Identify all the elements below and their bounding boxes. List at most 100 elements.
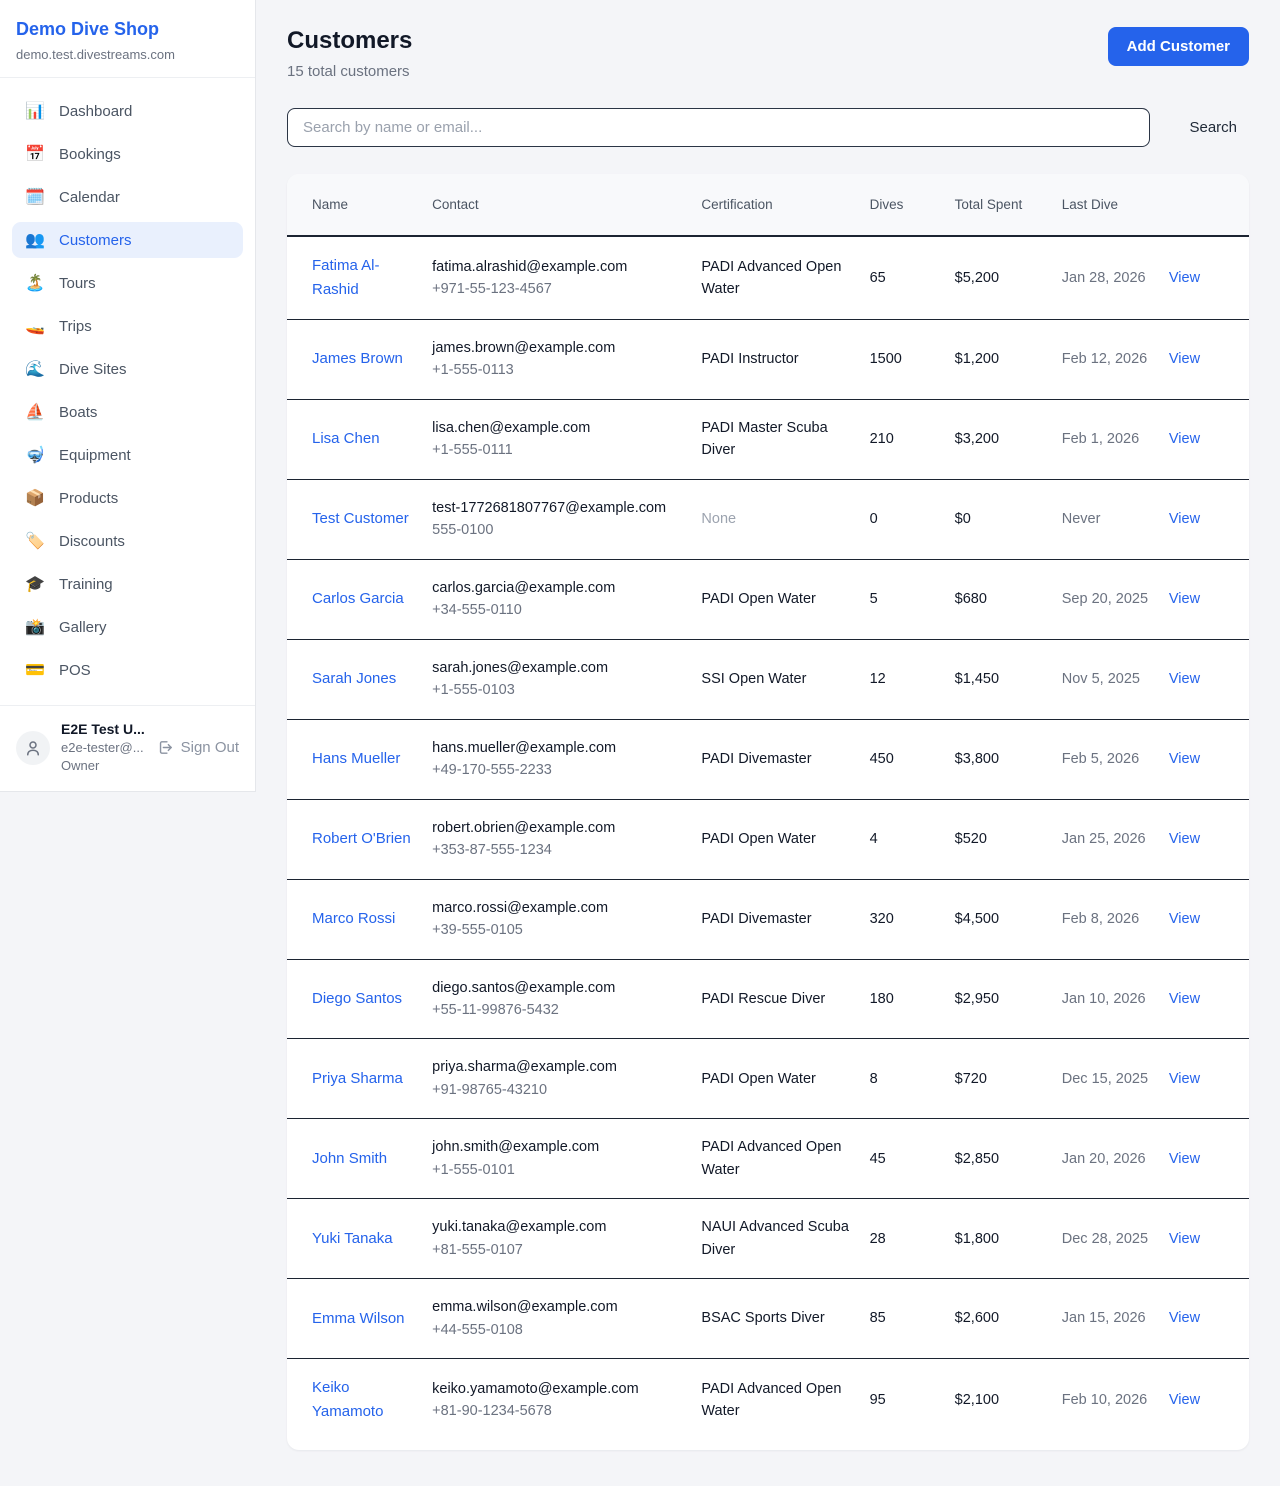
customer-name-link[interactable]: Carlos Garcia [312,587,404,611]
view-link[interactable]: View [1169,1071,1200,1087]
sidebar-item-boats[interactable]: ⛵ Boats [12,394,243,430]
view-link[interactable]: View [1169,431,1200,447]
customer-email: carlos.garcia@example.com [432,577,687,599]
customer-dives: 65 [870,236,955,320]
sidebar-item-bookings[interactable]: 📅 Bookings [12,136,243,172]
view-link[interactable]: View [1169,591,1200,607]
column-header-certification: Certification [701,174,869,236]
user-name: E2E Test U... [61,721,145,737]
customer-phone: 555-0100 [432,519,687,541]
sign-out-label: Sign Out [181,739,239,756]
view-link[interactable]: View [1169,1151,1200,1167]
customer-dives: 4 [870,799,955,879]
customer-name-link[interactable]: Diego Santos [312,987,402,1011]
sidebar-item-calendar[interactable]: 🗓️ Calendar [12,179,243,215]
sidebar-item-gallery[interactable]: 📸 Gallery [12,609,243,645]
customer-dives: 450 [870,719,955,799]
view-link[interactable]: View [1169,1231,1200,1247]
customer-count: 15 total customers [287,63,412,80]
sidebar-item-equipment[interactable]: 🤿 Equipment [12,437,243,473]
dive-sites-icon: 🌊 [25,359,45,379]
avatar [16,731,50,765]
customer-name-link[interactable]: John Smith [312,1147,387,1171]
sign-out-button[interactable]: Sign Out [157,739,239,756]
customer-name-link[interactable]: Keiko Yamamoto [312,1376,418,1424]
sidebar-item-trips[interactable]: 🚤 Trips [12,308,243,344]
customer-last-dive: Jan 25, 2026 [1062,799,1169,879]
equipment-icon: 🤿 [25,445,45,465]
boats-icon: ⛵ [25,402,45,422]
table-row: Lisa Chen lisa.chen@example.com +1-555-0… [287,399,1249,479]
customer-total-spent: $5,200 [955,236,1062,320]
customer-phone: +1-555-0101 [432,1159,687,1181]
customer-name-link[interactable]: Marco Rossi [312,907,395,931]
sidebar-item-pos[interactable]: 💳 POS [12,652,243,688]
user-meta: E2E Test U... e2e-tester@... Owner [61,721,145,774]
customer-phone: +44-555-0108 [432,1319,687,1341]
column-header-total-spent: Total Spent [955,174,1062,236]
customer-last-dive: Nov 5, 2025 [1062,639,1169,719]
view-link[interactable]: View [1169,991,1200,1007]
table-row: Yuki Tanaka yuki.tanaka@example.com +81-… [287,1199,1249,1279]
table-row: Priya Sharma priya.sharma@example.com +9… [287,1039,1249,1119]
search-button[interactable]: Search [1177,111,1249,144]
table-row: James Brown james.brown@example.com +1-5… [287,320,1249,400]
view-link[interactable]: View [1169,511,1200,527]
customer-total-spent: $720 [955,1039,1062,1119]
customer-last-dive: Never [1062,479,1169,559]
customer-total-spent: $520 [955,799,1062,879]
customer-last-dive: Sep 20, 2025 [1062,559,1169,639]
column-header-contact: Contact [432,174,701,236]
customer-total-spent: $1,200 [955,320,1062,400]
view-link[interactable]: View [1169,1392,1200,1408]
customer-dives: 45 [870,1119,955,1199]
customer-name-link[interactable]: Fatima Al-Rashid [312,254,418,302]
customer-email: diego.santos@example.com [432,977,687,999]
view-link[interactable]: View [1169,671,1200,687]
view-link[interactable]: View [1169,751,1200,767]
add-customer-button[interactable]: Add Customer [1108,27,1249,66]
view-link[interactable]: View [1169,351,1200,367]
customer-name-link[interactable]: Robert O'Brien [312,827,411,851]
view-link[interactable]: View [1169,1310,1200,1326]
customer-certification: NAUI Advanced Scuba Diver [701,1199,869,1279]
view-link[interactable]: View [1169,270,1200,286]
customer-email: test-1772681807767@example.com [432,497,687,519]
sidebar-item-discounts[interactable]: 🏷️ Discounts [12,523,243,559]
nav-item-label: Bookings [59,146,121,163]
sidebar-item-training[interactable]: 🎓 Training [12,566,243,602]
customers-table: Name Contact Certification Dives Total S… [287,174,1249,1450]
nav-item-label: Trips [59,318,92,335]
column-header-name: Name [287,174,432,236]
view-link[interactable]: View [1169,911,1200,927]
customer-dives: 85 [870,1279,955,1359]
customer-dives: 320 [870,879,955,959]
customer-name-link[interactable]: James Brown [312,347,403,371]
customer-phone: +34-555-0110 [432,599,687,621]
customer-name-link[interactable]: Test Customer [312,507,409,531]
customer-name-link[interactable]: Sarah Jones [312,667,396,691]
shop-domain: demo.test.divestreams.com [16,47,239,62]
customer-name-link[interactable]: Emma Wilson [312,1307,405,1331]
customer-name-link[interactable]: Priya Sharma [312,1067,403,1091]
search-input[interactable] [287,108,1150,147]
shop-header: Demo Dive Shop demo.test.divestreams.com [0,0,255,78]
sidebar-item-tours[interactable]: 🏝️ Tours [12,265,243,301]
customer-certification: PADI Rescue Diver [701,959,869,1039]
customer-name-link[interactable]: Lisa Chen [312,427,380,451]
sidebar-item-dashboard[interactable]: 📊 Dashboard [12,93,243,129]
sidebar-item-dive-sites[interactable]: 🌊 Dive Sites [12,351,243,387]
customer-phone: +81-555-0107 [432,1239,687,1261]
page-title: Customers [287,27,412,55]
customer-phone: +39-555-0105 [432,919,687,941]
customer-certification: SSI Open Water [701,639,869,719]
nav-item-label: Training [59,576,113,593]
table-row: Marco Rossi marco.rossi@example.com +39-… [287,879,1249,959]
customer-name-link[interactable]: Hans Mueller [312,747,400,771]
customer-email: marco.rossi@example.com [432,897,687,919]
customer-name-link[interactable]: Yuki Tanaka [312,1227,393,1251]
view-link[interactable]: View [1169,831,1200,847]
sidebar-item-customers[interactable]: 👥 Customers [12,222,243,258]
customer-certification: BSAC Sports Diver [701,1279,869,1359]
sidebar-item-products[interactable]: 📦 Products [12,480,243,516]
